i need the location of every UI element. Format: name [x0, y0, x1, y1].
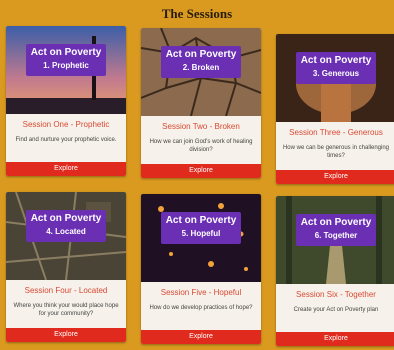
session-card-6[interactable]: Act on Poverty 6. Together Session Six -… — [276, 196, 394, 346]
badge-session: 2. Broken — [182, 63, 220, 72]
session-card-5[interactable]: Act on Poverty 5. Hopeful Session Five -… — [141, 194, 261, 344]
badge-brand: Act on Poverty — [30, 213, 102, 224]
badge-session: 4. Located — [46, 227, 86, 236]
session-card-2[interactable]: Act on Poverty 2. Broken Session Two - B… — [141, 28, 261, 178]
badge-session: 6. Together — [314, 231, 358, 240]
badge-brand: Act on Poverty — [165, 49, 237, 60]
session-title: Session Four - Located — [24, 286, 108, 295]
session-description: Create your Act on Poverty plan — [293, 307, 379, 313]
session-description: How we can join God's work of healing di… — [149, 139, 253, 153]
badge-session: 1. Prophetic — [43, 61, 89, 70]
session-title: Session Two - Broken — [162, 122, 240, 131]
session-description: Where you think your would place hope fo… — [13, 303, 119, 317]
session-title: Session Six - Together — [296, 290, 376, 299]
explore-button[interactable]: Explore — [276, 170, 394, 184]
session-description: Find and nurture your prophetic voice. — [15, 137, 117, 143]
badge-session: 3. Generous — [312, 69, 360, 78]
session-card-4[interactable]: Act on Poverty 4. Located Session Four -… — [6, 192, 126, 342]
explore-button[interactable]: Explore — [141, 164, 261, 178]
act-on-poverty-badge: Act on Poverty 1. Prophetic — [26, 44, 106, 76]
badge-brand: Act on Poverty — [300, 217, 372, 228]
session-card-3[interactable]: Act on Poverty 3. Generous Session Three… — [276, 34, 394, 184]
explore-button[interactable]: Explore — [6, 328, 126, 342]
explore-button[interactable]: Explore — [141, 330, 261, 344]
badge-session: 5. Hopeful — [181, 229, 221, 238]
session-title: Session One - Prophetic — [22, 120, 110, 129]
session-description: How do we develop practices of hope? — [149, 305, 253, 311]
act-on-poverty-badge: Act on Poverty 5. Hopeful — [161, 212, 241, 244]
badge-brand: Act on Poverty — [165, 215, 237, 226]
explore-button[interactable]: Explore — [276, 332, 394, 346]
act-on-poverty-badge: Act on Poverty 4. Located — [26, 210, 106, 242]
act-on-poverty-badge: Act on Poverty 6. Together — [296, 214, 376, 246]
session-title: Session Five - Hopeful — [160, 288, 242, 297]
session-description: How we can be generous in challenging ti… — [282, 145, 390, 159]
act-on-poverty-badge: Act on Poverty 3. Generous — [296, 52, 376, 84]
page-title: The Sessions — [161, 6, 233, 21]
session-title: Session Three - Generous — [289, 128, 383, 137]
explore-button[interactable]: Explore — [6, 162, 126, 176]
badge-brand: Act on Poverty — [300, 55, 372, 66]
act-on-poverty-badge: Act on Poverty 2. Broken — [161, 46, 241, 78]
session-card-1[interactable]: Act on Poverty 1. Prophetic Session One … — [6, 26, 126, 176]
badge-brand: Act on Poverty — [30, 47, 102, 58]
